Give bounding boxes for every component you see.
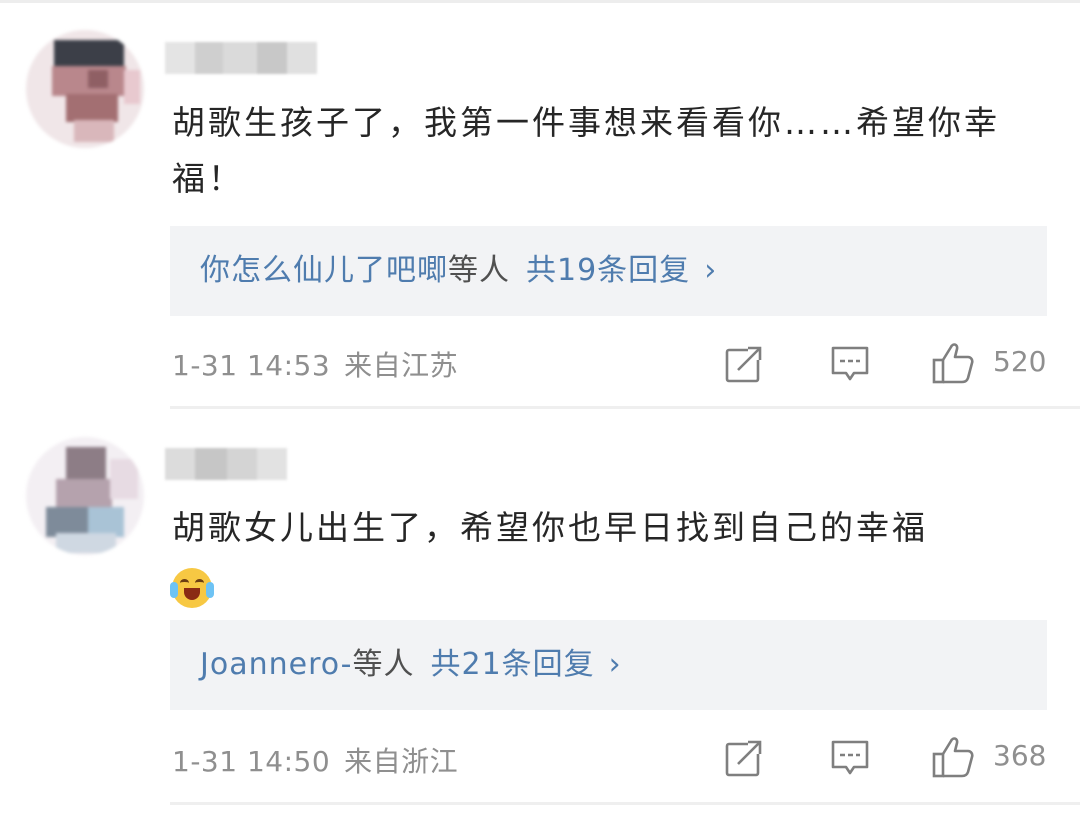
reply-users[interactable]: 你怎么仙儿了吧唧 xyxy=(200,253,448,288)
reply-count[interactable]: 共19条回复 xyxy=(526,253,690,288)
reply-summary[interactable]: Joannero-等人 共21条回复 › xyxy=(170,620,1047,710)
chevron-right-icon: › xyxy=(704,253,718,288)
comment-icon[interactable] xyxy=(830,738,870,778)
reply-count[interactable]: 共21条回复 xyxy=(430,647,594,682)
chevron-right-icon: › xyxy=(608,647,622,682)
comment-location: 来自浙江 xyxy=(344,745,459,778)
comment-text-body: 胡歌女儿出生了，希望你也早日找到自己的幸福 xyxy=(172,508,928,547)
comment-item: 胡歌生孩子了，我第一件事想来看看你……希望你幸福！ 你怎么仙儿了吧唧等人 共19条… xyxy=(0,0,1080,410)
username-blurred[interactable] xyxy=(165,448,287,480)
reply-summary[interactable]: 你怎么仙儿了吧唧等人 共19条回复 › xyxy=(170,226,1047,316)
reply-users[interactable]: Joannero- xyxy=(200,647,352,682)
username-blurred[interactable] xyxy=(165,42,317,74)
share-icon[interactable] xyxy=(724,738,764,778)
comment-divider xyxy=(170,802,1080,805)
comment-time: 1-31 14:50 xyxy=(172,745,331,778)
thumb-up-icon[interactable] xyxy=(931,341,975,385)
comment-location: 来自江苏 xyxy=(344,349,459,382)
avatar[interactable] xyxy=(26,437,144,555)
like-count: 368 xyxy=(993,739,1047,772)
reply-suffix: 等人 xyxy=(448,253,510,288)
comment-time: 1-31 14:53 xyxy=(172,349,331,382)
reply-suffix: 等人 xyxy=(352,647,415,682)
comment-meta: 1-31 14:53 来自江苏 xyxy=(172,344,458,384)
thumb-up-icon[interactable] xyxy=(931,735,975,779)
comment-text: 胡歌生孩子了，我第一件事想来看看你……希望你幸福！ xyxy=(172,103,1000,198)
comment-item: 胡歌女儿出生了，希望你也早日找到自己的幸福 Joannero-等人 共21条回复 ›… xyxy=(0,410,1080,822)
share-icon[interactable] xyxy=(724,344,764,384)
like-count: 520 xyxy=(993,345,1047,378)
avatar[interactable] xyxy=(26,30,144,148)
comment-icon[interactable] xyxy=(830,344,870,384)
comment-divider xyxy=(170,406,1080,409)
comment-meta: 1-31 14:50 来自浙江 xyxy=(172,740,458,780)
comment-text: 胡歌女儿出生了，希望你也早日找到自己的幸福 xyxy=(170,500,1052,612)
crying-laughing-emoji xyxy=(170,567,214,608)
